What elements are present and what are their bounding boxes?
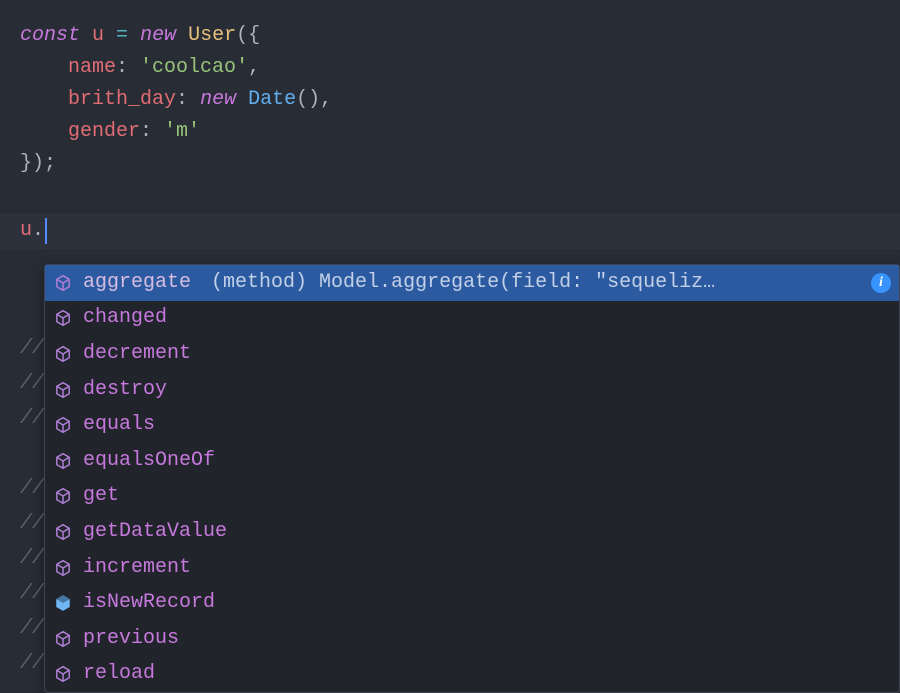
suggestion-label: isNewRecord — [83, 587, 215, 619]
suggestion-label: destroy — [83, 374, 167, 406]
suggestion-label: decrement — [83, 338, 191, 370]
suggestion-label: increment — [83, 552, 191, 584]
suggestion-label: get — [83, 480, 119, 512]
intellisense-popup[interactable]: aggregate (method) Model.aggregate(field:… — [44, 264, 900, 693]
info-icon[interactable]: i — [871, 273, 891, 293]
method-icon — [53, 380, 73, 400]
keyword-const: const — [20, 24, 80, 47]
suggestion-equals[interactable]: equals — [45, 407, 899, 443]
suggestion-detail: (method) Model.aggregate(field: "sequeli… — [211, 267, 861, 299]
class-user: User — [188, 24, 236, 47]
suggestion-label: previous — [83, 623, 179, 655]
suggestion-isNewRecord[interactable]: isNewRecord — [45, 585, 899, 621]
method-icon — [53, 344, 73, 364]
field-icon — [53, 593, 73, 613]
suggestion-equalsOneOf[interactable]: equalsOneOf — [45, 443, 899, 479]
suggestion-label: reload — [83, 658, 155, 690]
suggestion-aggregate[interactable]: aggregate (method) Model.aggregate(field:… — [45, 265, 899, 301]
variable-u: u — [92, 24, 104, 47]
suggestion-reload[interactable]: reload — [45, 657, 899, 693]
code-line: }); — [20, 148, 900, 180]
method-icon — [53, 415, 73, 435]
suggestion-increment[interactable]: increment — [45, 550, 899, 586]
method-icon — [53, 629, 73, 649]
suggestion-destroy[interactable]: destroy — [45, 372, 899, 408]
suggestion-changed[interactable]: changed — [45, 301, 899, 337]
method-icon — [53, 308, 73, 328]
method-icon — [53, 522, 73, 542]
method-icon — [53, 486, 73, 506]
suggestion-label: getDataValue — [83, 516, 227, 548]
suggestion-previous[interactable]: previous — [45, 621, 899, 657]
method-icon — [53, 273, 73, 293]
method-icon — [53, 558, 73, 578]
keyword-new: new — [140, 24, 176, 47]
method-icon — [53, 451, 73, 471]
suggestion-decrement[interactable]: decrement — [45, 336, 899, 372]
suggestion-get[interactable]: get — [45, 479, 899, 515]
suggestion-getDataValue[interactable]: getDataValue — [45, 514, 899, 550]
suggestion-label: equals — [83, 409, 155, 441]
blank-line — [20, 180, 900, 213]
code-line: gender: 'm' — [20, 116, 900, 148]
suggestion-label: equalsOneOf — [83, 445, 215, 477]
method-icon — [53, 664, 73, 684]
code-editor[interactable]: const u = new User({ name: 'coolcao', br… — [0, 0, 900, 249]
background-comments: // // // // // // // // // — [20, 296, 44, 681]
suggestion-label: changed — [83, 302, 167, 334]
suggestion-label: aggregate — [83, 267, 191, 299]
text-cursor — [45, 218, 47, 244]
code-line: name: 'coolcao', — [20, 52, 900, 84]
code-line: const u = new User({ — [20, 20, 900, 52]
current-line[interactable]: u. — [0, 213, 900, 249]
code-line: brith_day: new Date(), — [20, 84, 900, 116]
